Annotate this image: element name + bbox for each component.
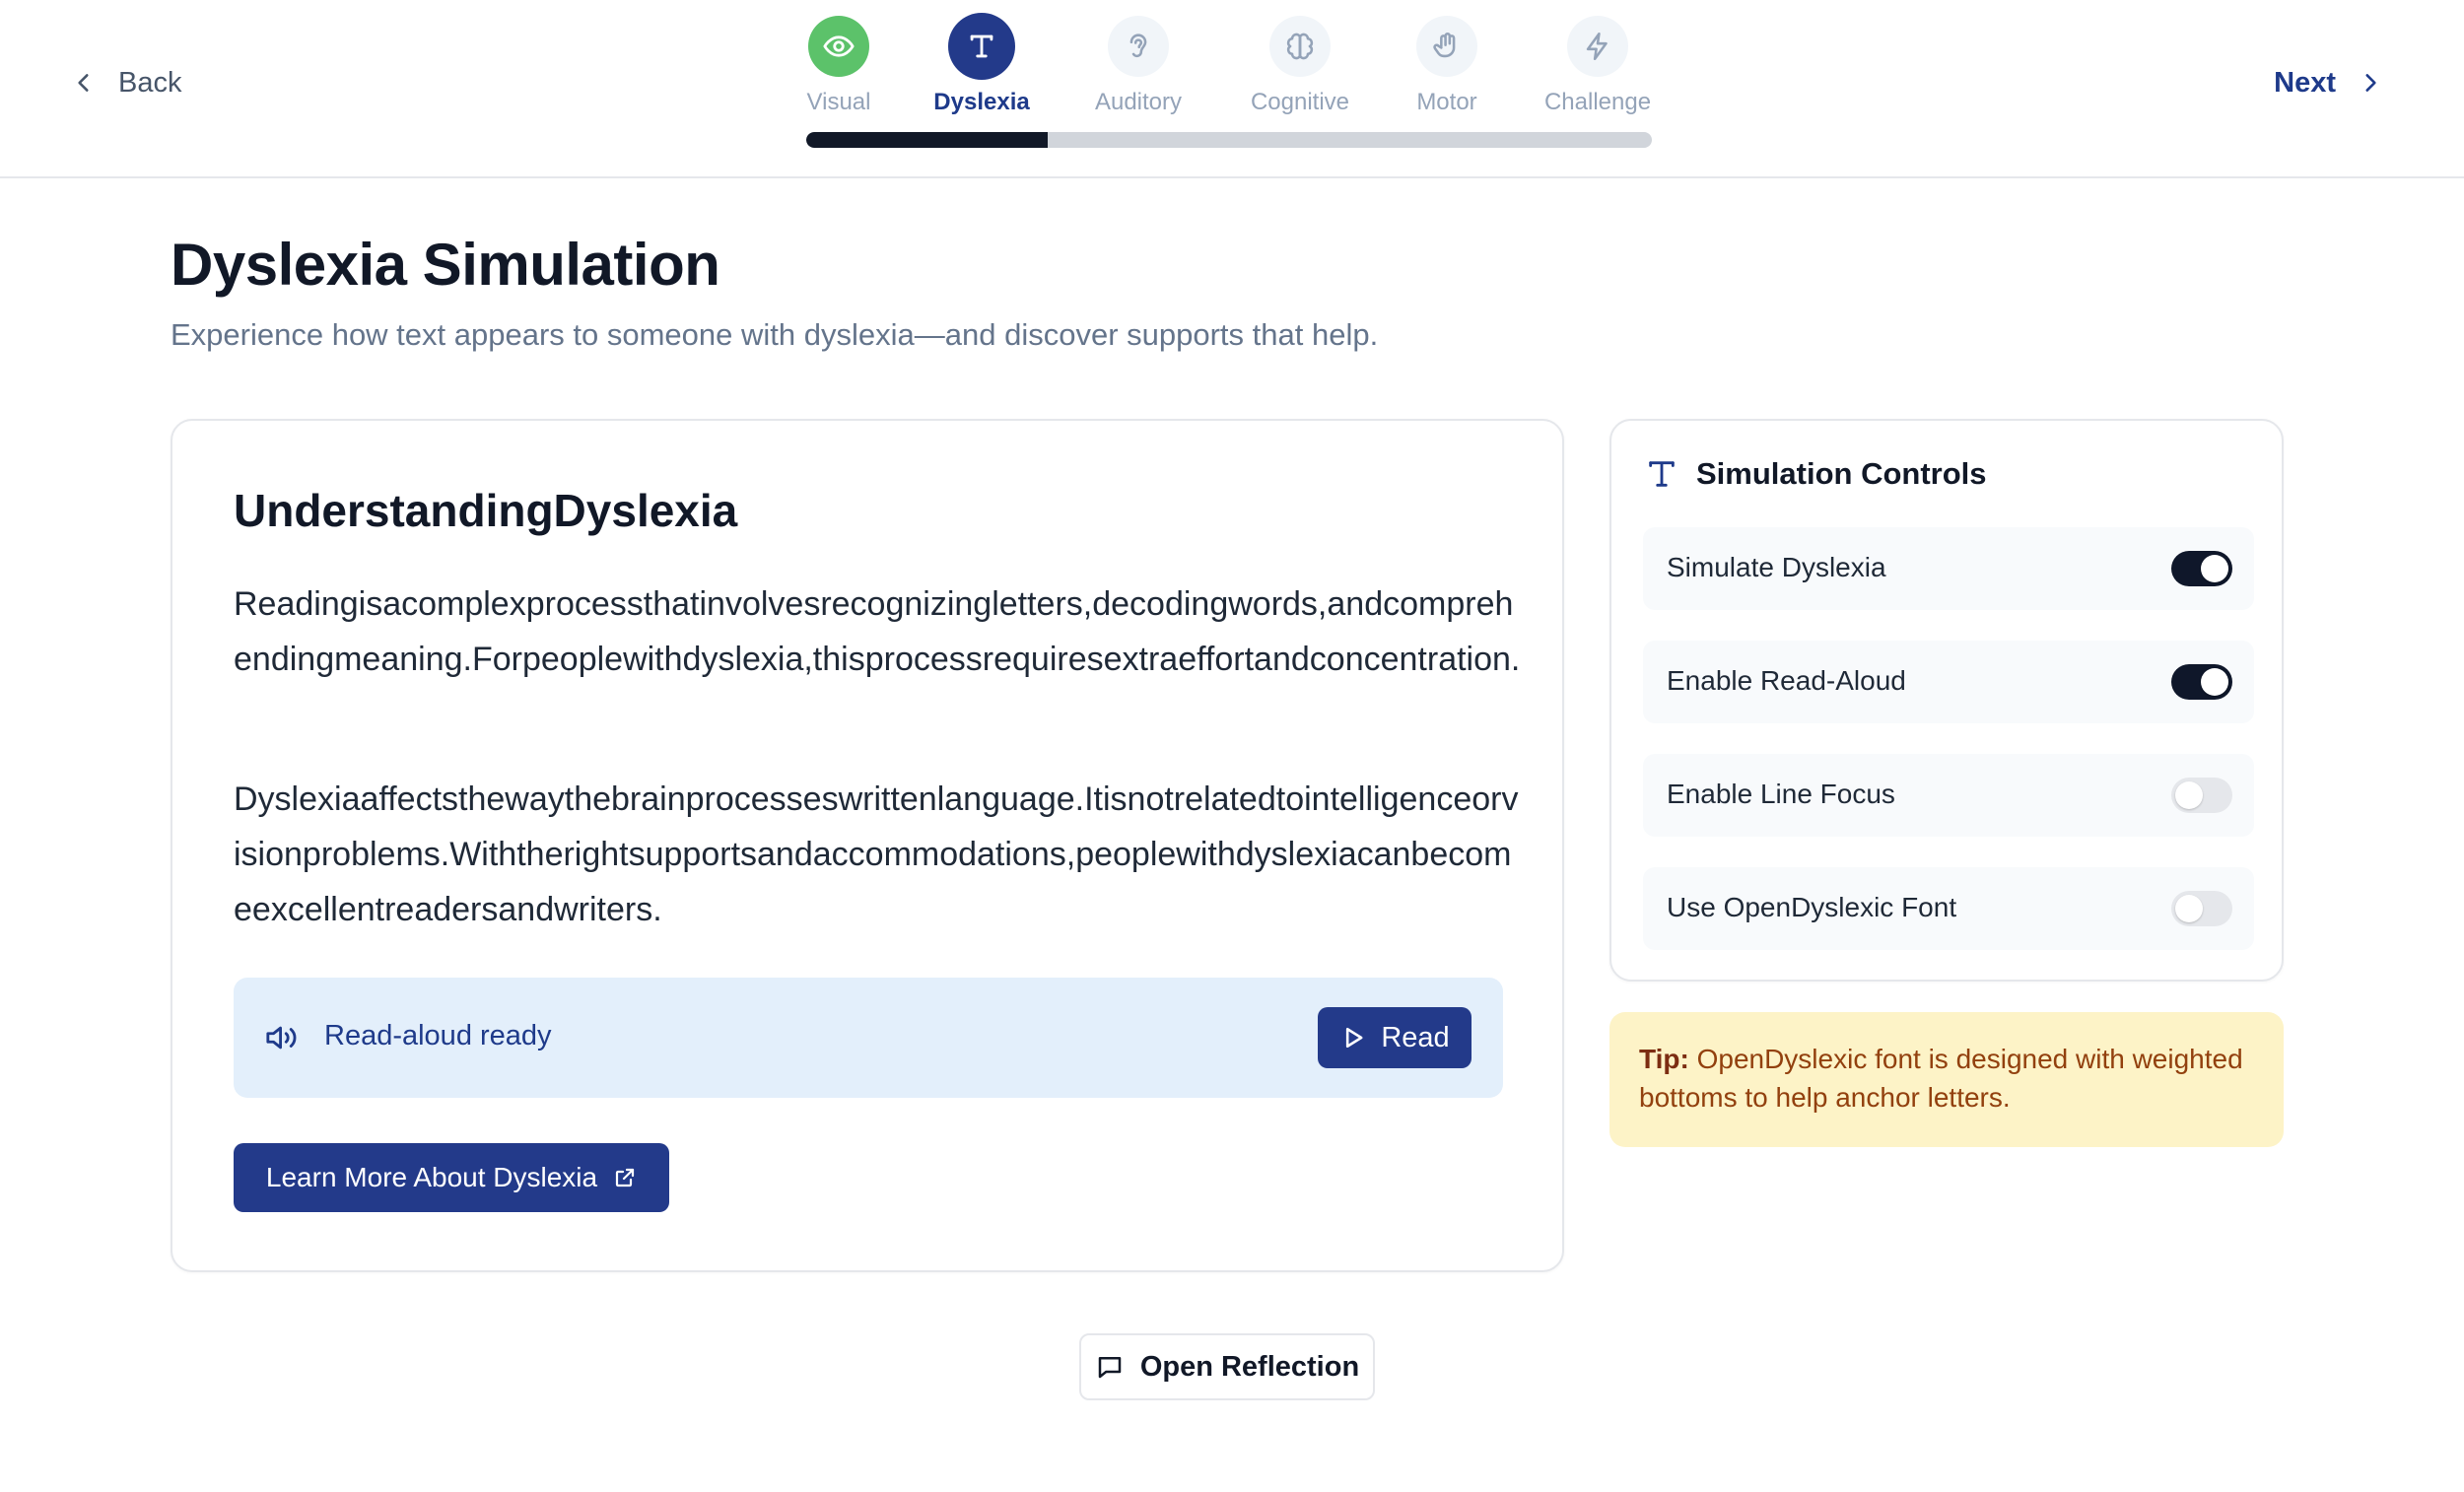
step-label: Visual [806,89,871,115]
page-subtitle: Experience how text appears to someone w… [171,317,1379,352]
play-icon [1346,1027,1363,1049]
brain-icon [1286,33,1314,60]
page-title: Dyslexia Simulation [171,232,720,298]
open-reflection-button[interactable]: Open Reflection [1079,1333,1375,1400]
step-label: Auditory [1094,89,1183,115]
message-square-icon [1098,1357,1122,1379]
tip-text: OpenDyslexic font is designed with weigh… [1639,1044,2243,1113]
learn-more-button[interactable]: Learn More About Dyslexia [234,1143,669,1212]
external-link-icon [615,1168,635,1187]
simulation-controls-card: Simulation Controls Simulate Dyslexia En… [1609,419,2284,982]
step-auditory[interactable]: Auditory [1060,16,1217,116]
control-line-focus[interactable]: Enable Line Focus [1643,754,2254,837]
step-visual[interactable]: Visual [760,16,918,116]
step-label: Motor [1416,89,1477,115]
simulated-paragraph-2: Dyslexiaaffectsthewaythebrainprocesseswr… [234,780,1519,928]
control-label: Use OpenDyslexic Font [1667,892,1957,922]
toggle-knob [2201,668,2228,696]
reflection-label: Open Reflection [1139,1350,1360,1383]
read-button[interactable]: Read [1318,1007,1472,1068]
read-aloud-status: Read-aloud ready [324,1020,552,1051]
step-motor[interactable]: Motor [1368,16,1526,116]
opendyslexic-font-toggle[interactable] [2171,891,2232,926]
next-button[interactable]: Next [2274,61,2383,104]
step-motor-circle [1416,16,1477,77]
read-aloud-toggle[interactable] [2171,664,2232,700]
toggle-knob [2175,895,2203,922]
step-cognitive-circle [1269,16,1331,77]
type-icon [1649,461,1675,487]
control-opendyslexic-font[interactable]: Use OpenDyslexic Font [1643,867,2254,950]
read-button-label: Read [1381,1021,1450,1053]
simulation-text-card: UnderstandingDyslexia Readingisacomplexp… [171,419,1564,1272]
controls-title: Simulation Controls [1696,456,1987,491]
progress-bar-fill [806,132,1049,148]
step-cognitive[interactable]: Cognitive [1221,16,1379,116]
control-simulate-dyslexia[interactable]: Simulate Dyslexia [1643,527,2254,610]
next-label: Next [2274,66,2336,99]
ear-icon [1129,34,1147,58]
simulated-paragraph-1: Readingisacomplexprocessthatinvolvesreco… [234,585,1521,678]
hand-icon [1433,33,1456,58]
step-label: Cognitive [1250,89,1350,115]
step-visual-circle [808,16,869,77]
speaker-icon [266,1026,297,1050]
progress-stepper: Visual Dyslexia Auditory Cognitive Motor [0,0,2464,178]
tip-box: Tip: OpenDyslexic font is designed with … [1609,1012,2284,1147]
simulate-dyslexia-toggle[interactable] [2171,551,2232,586]
step-dyslexia-circle [948,13,1015,80]
control-label: Simulate Dyslexia [1667,552,1886,582]
eye-icon [823,35,855,57]
step-challenge[interactable]: Challenge [1519,16,1677,116]
line-focus-toggle[interactable] [2171,778,2232,813]
step-auditory-circle [1108,16,1169,77]
bolt-icon [1586,32,1608,61]
step-challenge-circle [1567,16,1628,77]
tip-prefix: Tip: [1639,1044,1689,1074]
type-icon [970,34,993,58]
chevron-right-icon [2365,74,2376,92]
control-label: Enable Read-Aloud [1667,665,1906,696]
card-heading: UnderstandingDyslexia [234,485,738,536]
toggle-knob [2201,555,2228,582]
top-nav-bar: Back Visual Dyslexia Auditory Cognitive [0,0,2464,178]
read-aloud-panel: Read-aloud ready Read [234,978,1503,1098]
step-label: Dyslexia [933,89,1030,115]
toggle-knob [2175,781,2203,809]
step-label: Challenge [1543,89,1652,115]
control-read-aloud[interactable]: Enable Read-Aloud [1643,641,2254,723]
controls-header: Simulation Controls [1645,456,1987,492]
control-label: Enable Line Focus [1667,779,1895,809]
progress-bar [806,132,1652,148]
step-dyslexia[interactable]: Dyslexia [903,13,1061,116]
learn-more-label: Learn More About Dyslexia [265,1162,598,1192]
